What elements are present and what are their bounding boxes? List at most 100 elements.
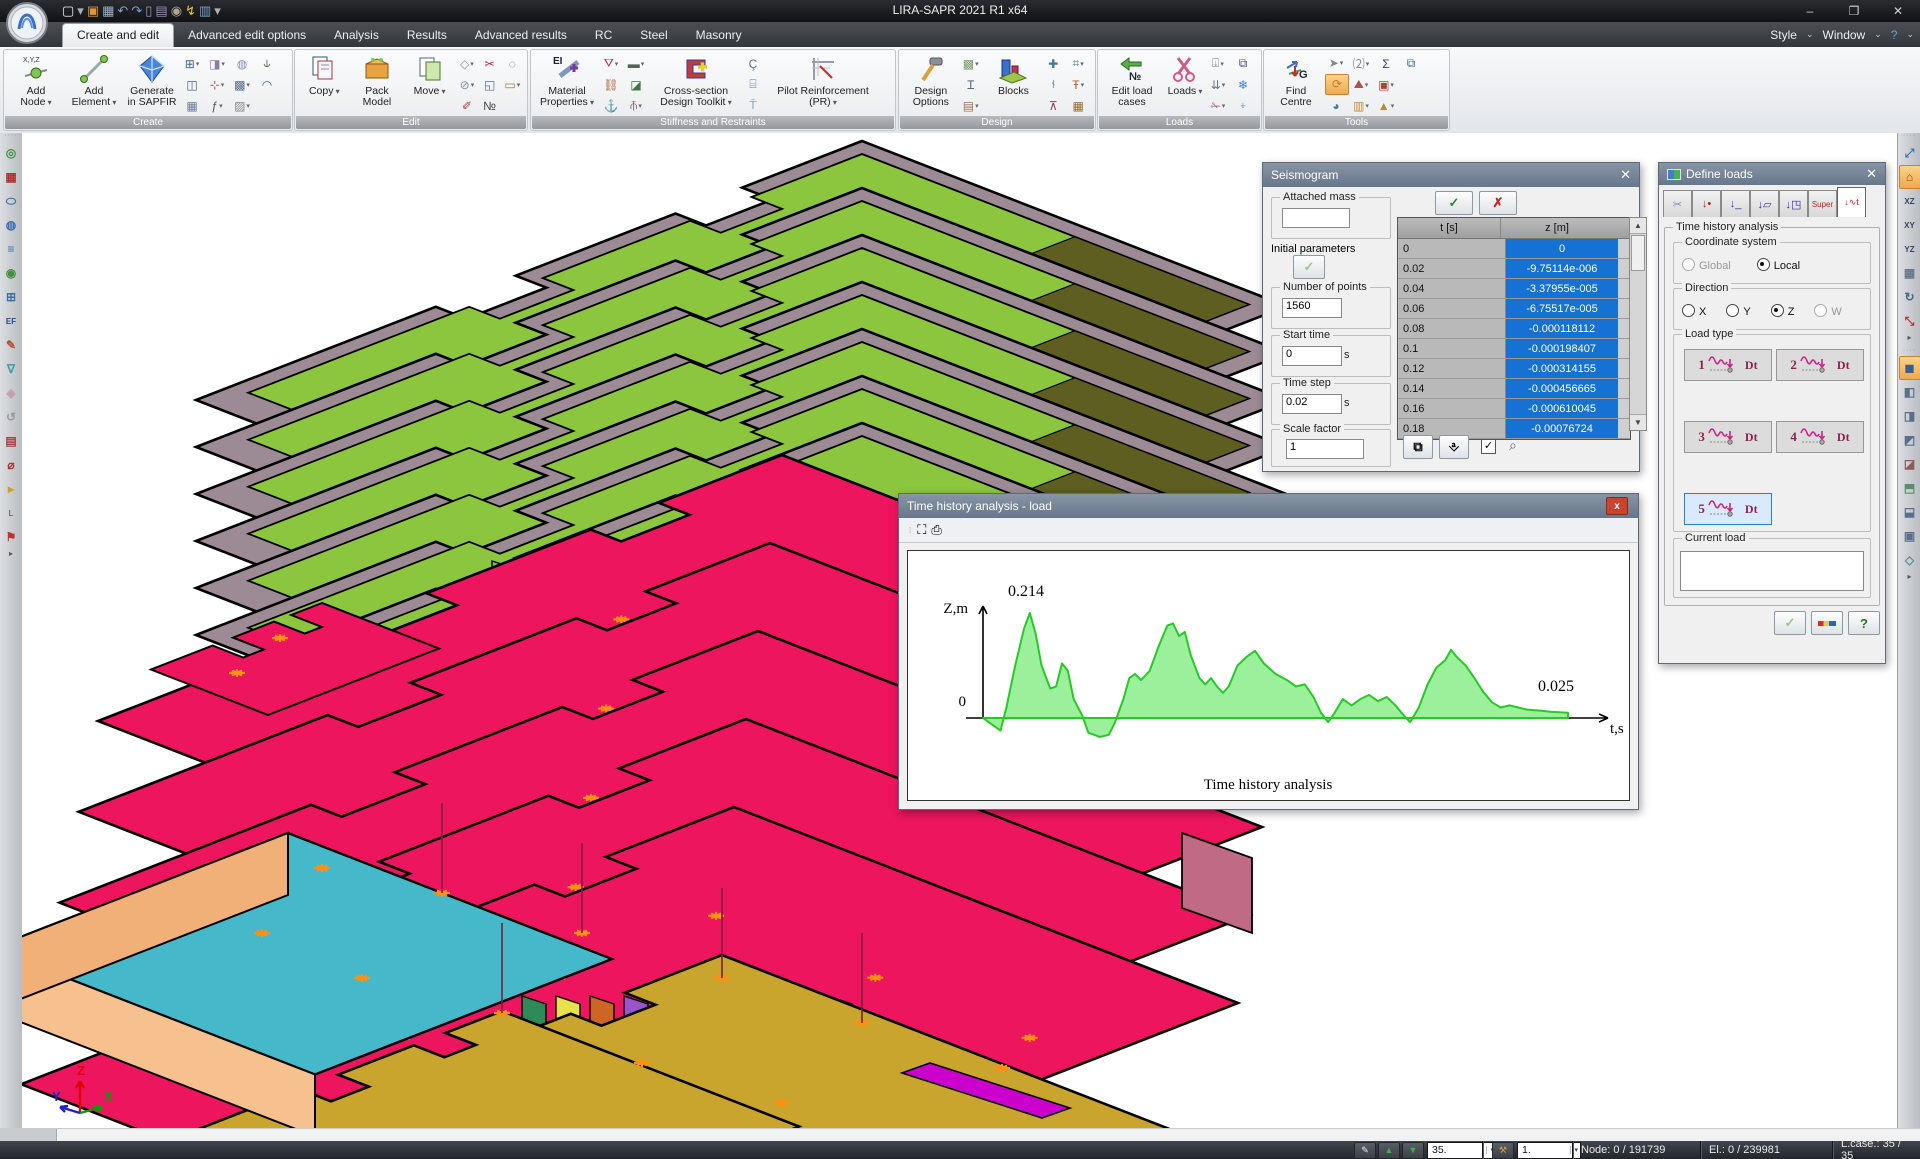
length-icon[interactable]: L	[1, 501, 21, 525]
coordinate-local[interactable]: Local	[1757, 256, 1800, 274]
ribbon-small-icon[interactable]: ⌗▾	[1067, 54, 1089, 73]
ribbon-small-icon[interactable]: Ç	[742, 54, 764, 73]
ribbon-small-icon[interactable]: ⍑	[742, 96, 764, 115]
current-load-box[interactable]	[1680, 551, 1864, 591]
ribbon-small-icon[interactable]: ◇▾	[456, 54, 478, 73]
toolbar-expand-icon[interactable]: ▸	[1898, 572, 1920, 581]
ribbon-small-icon[interactable]: ❄	[1232, 75, 1254, 94]
ribbon-small-icon[interactable]: ⛛▾	[600, 54, 622, 73]
paste-table-button[interactable]: ⎀	[1439, 435, 1469, 459]
close-icon[interactable]: x	[1606, 497, 1628, 515]
ribbon-button-pilot-reinforcement-pr-[interactable]: Pilot Reinforcement(PR) ▾	[767, 52, 879, 115]
ribbon-button-copy[interactable]: Copy ▾	[298, 52, 351, 115]
cube-select-icon[interactable]: ◪	[1900, 452, 1920, 476]
ribbon-small-icon[interactable]: ◕	[1325, 97, 1347, 115]
grid-plane-icon[interactable]: ▦	[1900, 261, 1920, 285]
zoom-table-icon[interactable]: ⌕	[1509, 437, 1517, 454]
initial-parameters-button[interactable]: ✓	[1293, 255, 1325, 279]
tab-steel[interactable]: Steel	[626, 24, 681, 47]
node-load-tab[interactable]: ↓•	[1692, 190, 1721, 217]
ribbon-small-icon[interactable]: ◍	[231, 54, 253, 73]
ribbon-small-icon[interactable]: ⛰▾	[1350, 75, 1372, 94]
scroll-down-icon[interactable]: ▼	[1630, 414, 1646, 430]
scroll-thumb[interactable]	[1631, 235, 1645, 271]
solid-load-tab[interactable]: ↓◳	[1779, 190, 1808, 217]
apply-button[interactable]: ✓	[1435, 191, 1473, 215]
copy-table-button[interactable]: ⧉	[1403, 435, 1433, 459]
ribbon-small-icon[interactable]: ▲▾	[1375, 96, 1397, 115]
load-type-1-button[interactable]: 1Dt	[1684, 349, 1772, 381]
cube-bottom-icon[interactable]: ▣	[1900, 524, 1920, 548]
ribbon-small-icon[interactable]: ➤▾	[1325, 54, 1347, 72]
load-type-4-button[interactable]: 4Dt	[1776, 421, 1864, 453]
ribbon-button-add-node[interactable]: X,Y,ZAddNode ▾	[7, 52, 65, 115]
ribbon-button-material-properties[interactable]: EIMaterialProperties ▾	[534, 52, 600, 115]
time-history-titlebar[interactable]: Time history analysis - load x	[899, 494, 1638, 518]
time-history-tab[interactable]: ↓∿t	[1837, 187, 1866, 217]
close-icon[interactable]: ✕	[1866, 166, 1877, 182]
ribbon-small-icon[interactable]: ▬▾	[625, 54, 647, 73]
ribbon-button-generate-in-sapfir[interactable]: Generatein SAPFIR	[123, 52, 181, 115]
table-row[interactable]: 0.14-0.000456665	[1398, 379, 1630, 399]
ribbon-small-icon[interactable]: ▥▾	[1350, 96, 1372, 115]
cube-front-icon[interactable]: ◨	[1900, 404, 1920, 428]
legend-strip-button[interactable]	[1811, 611, 1843, 635]
horizontal-scrollbar[interactable]	[0, 1128, 1920, 1142]
select-target-icon[interactable]: ◉	[1, 261, 21, 285]
table-row[interactable]: 00	[1398, 239, 1630, 259]
yz-plane-icon[interactable]: YZ	[1900, 237, 1920, 261]
prev-loadcase-button[interactable]: ▲	[1378, 1142, 1400, 1159]
load-type-2-button[interactable]: 2Dt	[1776, 349, 1864, 381]
define-loads-titlebar[interactable]: Define loads ✕	[1659, 163, 1885, 185]
restore-button[interactable]: ❐	[1832, 0, 1876, 22]
ribbon-small-icon[interactable]: ✚	[1042, 54, 1064, 73]
cube-left-icon[interactable]: ◩	[1900, 428, 1920, 452]
ribbon-small-icon[interactable]: ⍖	[1232, 96, 1254, 115]
ribbon-small-icon[interactable]: ⛓	[600, 75, 622, 94]
ribbon-small-icon[interactable]: ◠	[256, 75, 278, 94]
xz-plane-icon[interactable]: XZ	[1900, 189, 1920, 213]
cancel-button[interactable]: ✗	[1479, 191, 1517, 215]
ribbon-small-icon[interactable]: ▨▾	[231, 96, 253, 115]
toolbar-expand-icon[interactable]: ▸	[1898, 333, 1920, 342]
select-ellipse-icon[interactable]: ⬭	[1, 189, 21, 213]
edit-loadcase-button[interactable]: ✎	[1354, 1142, 1376, 1159]
tab-advanced-edit-options[interactable]: Advanced edit options	[174, 24, 320, 47]
ribbon-small-icon[interactable]: ✂	[479, 54, 501, 73]
ribbon-small-icon[interactable]: ◨▾	[206, 54, 228, 73]
cube-center-icon[interactable]: ◇	[1900, 548, 1920, 572]
values-page-icon[interactable]: ⎙	[931, 522, 941, 538]
table-row[interactable]: 0.06-6.75517e-005	[1398, 299, 1630, 319]
select-grid-icon[interactable]: ⊞	[1, 285, 21, 309]
ribbon-small-icon[interactable]: ⧉	[1232, 54, 1254, 73]
seismogram-titlebar[interactable]: Seismogram ✕	[1263, 163, 1639, 187]
select-ef-icon[interactable]: EF	[1, 309, 21, 333]
help-button[interactable]: ?	[1848, 611, 1880, 635]
tab-advanced-results[interactable]: Advanced results	[461, 24, 581, 47]
minimize-button[interactable]: –	[1788, 0, 1832, 22]
filter-icon[interactable]: ∇	[1, 357, 21, 381]
select-vstrips-icon[interactable]: ◍	[1, 213, 21, 237]
ribbon-small-icon[interactable]: ▭▾	[501, 75, 523, 94]
table-row[interactable]: 0.02-9.75114e-006	[1398, 259, 1630, 279]
table-row[interactable]: 0.1-0.000198407	[1398, 339, 1630, 359]
ribbon-small-icon[interactable]: ⊼	[1042, 96, 1064, 115]
ribbon-small-icon[interactable]: Ɪ	[960, 75, 982, 94]
ribbon-small-icon[interactable]: ✐	[456, 96, 478, 115]
select-mesh-icon[interactable]: ▦	[1, 165, 21, 189]
ribbon-small-icon[interactable]: ▦	[1067, 96, 1089, 115]
ribbon-small-icon[interactable]: ◱	[479, 75, 501, 94]
ribbon-small-icon[interactable]: ▤▾	[960, 96, 982, 115]
menu-window[interactable]: Window	[1818, 26, 1871, 44]
ribbon-small-icon[interactable]: ⍗▾	[1207, 54, 1229, 73]
menu-style[interactable]: Style	[1765, 26, 1802, 44]
cube-full-icon[interactable]: ◼	[1899, 356, 1920, 380]
flag-edit-icon[interactable]: ⚑	[1, 525, 21, 549]
ribbon-button-loads[interactable]: Loads ▾	[1163, 52, 1207, 115]
rotate-z-icon[interactable]: ↻	[1900, 285, 1920, 309]
rack-icon[interactable]: ▤	[1, 429, 21, 453]
close-icon[interactable]: ✕	[1620, 167, 1631, 183]
direction-w[interactable]: W	[1814, 302, 1841, 320]
table-row[interactable]: 0.12-0.000314155	[1398, 359, 1630, 379]
table-row[interactable]: 0.08-0.000118112	[1398, 319, 1630, 339]
